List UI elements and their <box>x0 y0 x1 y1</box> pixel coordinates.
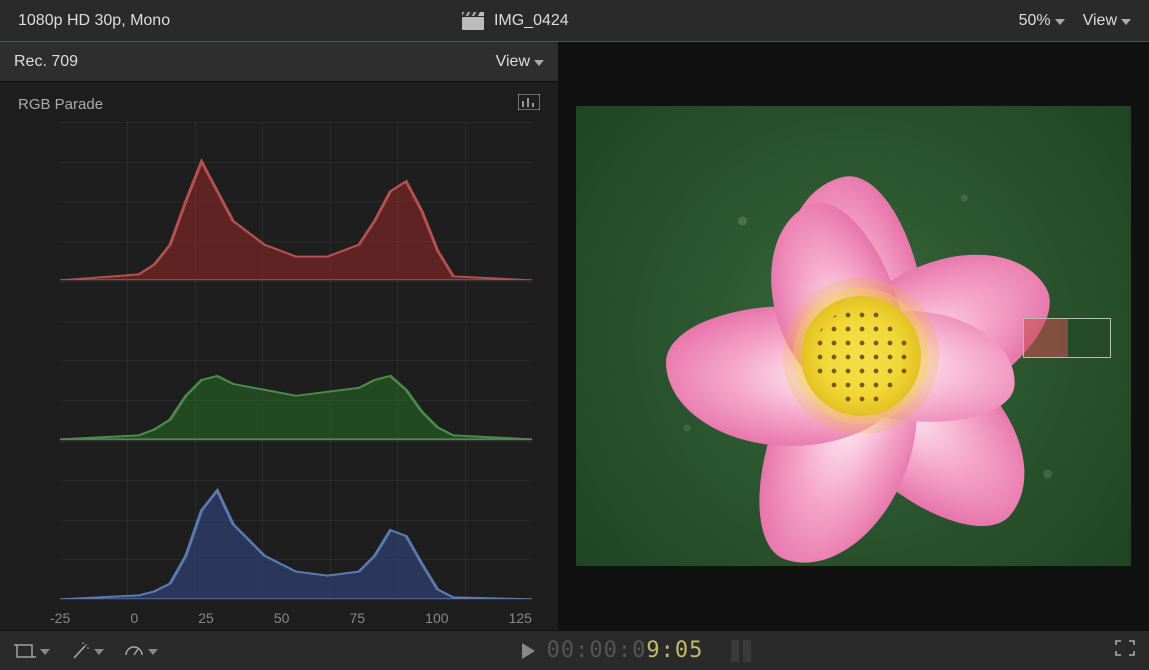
clapperboard-icon <box>462 12 484 30</box>
chevron-down-icon <box>534 60 544 66</box>
timecode-bright: 9:05 <box>646 638 703 663</box>
chevron-down-icon <box>148 649 158 655</box>
parade-type-label: RGB Parade <box>18 96 103 113</box>
clip-title-area: IMG_0424 <box>170 12 1000 30</box>
video-scopes-panel: Rec. 709 View RGB Parade <box>0 42 558 630</box>
axis-tick: 125 <box>509 610 532 626</box>
axis-tick: -25 <box>50 610 70 626</box>
chevron-down-icon <box>1055 19 1065 25</box>
parade-green-channel <box>60 281 532 440</box>
view-dropdown-label: View <box>1083 12 1117 30</box>
retime-tool[interactable] <box>124 642 158 660</box>
chevron-down-icon <box>94 649 104 655</box>
viewer-top-bar: 1080p HD 30p, Mono IMG_0424 50% View <box>0 0 1149 42</box>
parade-red-channel <box>60 122 532 281</box>
axis-tick: 75 <box>350 610 366 626</box>
scopes-view-label: View <box>496 53 530 71</box>
chevron-down-icon <box>40 649 50 655</box>
viewer-body: Rec. 709 View RGB Parade <box>0 42 1149 630</box>
axis-tick: 25 <box>198 610 214 626</box>
timecode-dim: 00:00:0 <box>547 638 647 663</box>
video-format-info: 1080p HD 30p, Mono <box>18 12 170 30</box>
axis-tick: 100 <box>425 610 448 626</box>
transport-bar: 00:00:09:05 <box>0 630 1149 670</box>
scopes-view-dropdown[interactable]: View <box>496 53 544 71</box>
video-viewer[interactable] <box>558 42 1149 630</box>
viewer-frame-image <box>576 106 1131 566</box>
parade-label-row: RGB Parade <box>0 82 558 122</box>
play-button[interactable] <box>522 643 535 659</box>
clip-name: IMG_0424 <box>494 12 569 30</box>
axis-tick: 50 <box>274 610 290 626</box>
transport-center: 00:00:09:05 <box>178 638 1095 663</box>
rgb-parade-display: -25 0 25 50 75 100 125 <box>0 122 558 630</box>
zoom-level-dropdown[interactable]: 50% <box>1019 12 1065 30</box>
viewer-view-dropdown[interactable]: View <box>1083 12 1131 30</box>
color-space-label: Rec. 709 <box>14 53 78 71</box>
audio-meter <box>731 640 751 662</box>
clip-appearance-tool[interactable] <box>14 643 50 659</box>
axis-tick: 0 <box>130 610 138 626</box>
fullscreen-button[interactable] <box>1115 640 1135 661</box>
color-sample-selection[interactable] <box>1023 318 1111 358</box>
parade-x-axis: -25 0 25 50 75 100 125 <box>50 610 532 626</box>
chevron-down-icon <box>1121 19 1131 25</box>
zoom-level-value: 50% <box>1019 12 1051 30</box>
scopes-header: Rec. 709 View <box>0 42 558 82</box>
timecode-display[interactable]: 00:00:09:05 <box>547 638 704 663</box>
effects-wand-tool[interactable] <box>70 642 104 660</box>
scope-settings-icon[interactable] <box>518 94 540 114</box>
parade-blue-channel <box>60 441 532 600</box>
